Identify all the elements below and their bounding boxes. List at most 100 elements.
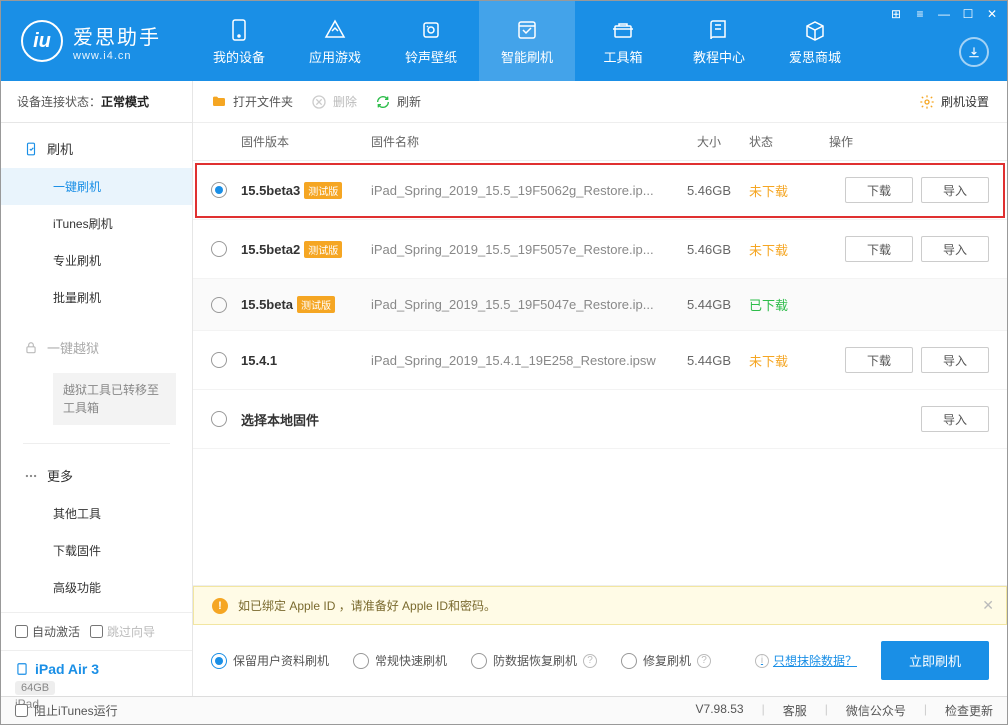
minimize-button[interactable]: — bbox=[935, 5, 953, 23]
sidebar-item[interactable]: iTunes刷机 bbox=[1, 205, 192, 242]
table-row[interactable]: 15.4.1 iPad_Spring_2019_15.4.1_19E258_Re… bbox=[193, 331, 1007, 390]
firmware-filename: iPad_Spring_2019_15.5_19F5047e_Restore.i… bbox=[371, 297, 669, 312]
download-button[interactable]: 下载 bbox=[845, 347, 913, 373]
flash-option[interactable]: 保留用户资料刷机 bbox=[211, 652, 329, 669]
delete-icon bbox=[311, 94, 327, 110]
app-url: www.i4.cn bbox=[73, 50, 161, 62]
nav-item-3[interactable]: 智能刷机 bbox=[479, 1, 575, 81]
nav-item-5[interactable]: 教程中心 bbox=[671, 1, 767, 81]
folder-icon bbox=[211, 94, 227, 110]
sidebar-item[interactable]: 其他工具 bbox=[1, 495, 192, 532]
refresh-icon bbox=[375, 94, 391, 110]
window-controls: ⊞ ≡ — ☐ ✕ bbox=[887, 5, 1001, 23]
refresh-button[interactable]: 刷新 bbox=[375, 93, 421, 110]
erase-data-link[interactable]: i只想抹除数据？ bbox=[755, 652, 857, 669]
flash-option[interactable]: 修复刷机? bbox=[621, 652, 711, 669]
help-icon[interactable]: ? bbox=[697, 654, 711, 668]
sidebar-section-jailbreak: 一键越狱 bbox=[1, 328, 192, 367]
firmware-status: 未下载 bbox=[749, 351, 829, 370]
firmware-size: 5.46GB bbox=[669, 183, 749, 198]
import-button[interactable]: 导入 bbox=[921, 177, 989, 203]
beta-tag: 测试版 bbox=[304, 241, 342, 258]
device-storage: 64GB bbox=[15, 681, 55, 695]
open-folder-button[interactable]: 打开文件夹 bbox=[211, 93, 293, 110]
lock-icon bbox=[23, 340, 39, 356]
support-link[interactable]: 客服 bbox=[783, 702, 807, 719]
import-button[interactable]: 导入 bbox=[921, 236, 989, 262]
option-radio[interactable] bbox=[621, 653, 637, 669]
close-notice-button[interactable]: ✕ bbox=[982, 597, 994, 614]
flash-settings-button[interactable]: 刷机设置 bbox=[919, 93, 989, 110]
row-radio[interactable] bbox=[211, 241, 227, 257]
wechat-link[interactable]: 微信公众号 bbox=[846, 702, 906, 719]
nav-item-6[interactable]: 爱思商城 bbox=[767, 1, 863, 81]
skip-guide-checkbox[interactable]: 跳过向导 bbox=[90, 623, 155, 640]
flash-option[interactable]: 防数据恢复刷机? bbox=[471, 652, 597, 669]
flash-now-button[interactable]: 立即刷机 bbox=[881, 641, 989, 680]
top-nav: 我的设备应用游戏铃声壁纸智能刷机工具箱教程中心爱思商城 bbox=[191, 1, 863, 81]
section-label: 一键越狱 bbox=[47, 338, 99, 357]
help-icon[interactable]: ? bbox=[583, 654, 597, 668]
flash-option[interactable]: 常规快速刷机 bbox=[353, 652, 447, 669]
appleid-notice: ! 如已绑定 Apple ID ，请准备好 Apple ID和密码。 ✕ bbox=[193, 586, 1007, 625]
option-radio[interactable] bbox=[353, 653, 369, 669]
logo-icon: iu bbox=[21, 20, 63, 62]
grid-icon[interactable]: ⊞ bbox=[887, 5, 905, 23]
import-button[interactable]: 导入 bbox=[921, 406, 989, 432]
auto-activate-checkbox[interactable]: 自动激活 bbox=[15, 623, 80, 640]
row-radio[interactable] bbox=[211, 352, 227, 368]
notice-text: 如已绑定 Apple ID ，请准备好 Apple ID和密码。 bbox=[238, 597, 496, 614]
firmware-version: 选择本地固件 bbox=[241, 413, 319, 428]
conn-value: 正常模式 bbox=[101, 95, 149, 109]
logo: iu 爱思助手 www.i4.cn bbox=[21, 20, 161, 62]
option-radio[interactable] bbox=[471, 653, 487, 669]
firmware-filename: iPad_Spring_2019_15.5_19F5062g_Restore.i… bbox=[371, 183, 669, 198]
th-size: 大小 bbox=[669, 133, 749, 150]
download-progress-icon[interactable] bbox=[959, 37, 989, 67]
nav-item-2[interactable]: 铃声壁纸 bbox=[383, 1, 479, 81]
nav-icon bbox=[610, 17, 636, 43]
more-icon bbox=[23, 468, 39, 484]
check-update-link[interactable]: 检查更新 bbox=[945, 702, 993, 719]
menu-icon[interactable]: ≡ bbox=[911, 5, 929, 23]
row-radio[interactable] bbox=[211, 411, 227, 427]
import-button[interactable]: 导入 bbox=[921, 347, 989, 373]
close-button[interactable]: ✕ bbox=[983, 5, 1001, 23]
firmware-list: 15.5beta3测试版 iPad_Spring_2019_15.5_19F50… bbox=[193, 161, 1007, 449]
sidebar-options: 自动激活 跳过向导 bbox=[1, 612, 192, 650]
firmware-size: 5.44GB bbox=[669, 353, 749, 368]
content-area: 打开文件夹 删除 刷新 刷机设置 固件版本 固件名称 大小 状态 操作 bbox=[193, 81, 1007, 696]
th-ops: 操作 bbox=[829, 133, 989, 150]
download-button[interactable]: 下载 bbox=[845, 236, 913, 262]
nav-item-0[interactable]: 我的设备 bbox=[191, 1, 287, 81]
nav-icon bbox=[418, 17, 444, 43]
maximize-button[interactable]: ☐ bbox=[959, 5, 977, 23]
sidebar-item[interactable]: 高级功能 bbox=[1, 569, 192, 606]
table-row[interactable]: 15.5beta3测试版 iPad_Spring_2019_15.5_19F50… bbox=[193, 161, 1007, 220]
flash-icon bbox=[23, 141, 39, 157]
row-radio[interactable] bbox=[211, 182, 227, 198]
sidebar-section-flash[interactable]: 刷机 bbox=[1, 129, 192, 168]
nav-item-4[interactable]: 工具箱 bbox=[575, 1, 671, 81]
jailbreak-moved-note: 越狱工具已转移至工具箱 bbox=[53, 373, 176, 425]
section-label: 刷机 bbox=[47, 139, 73, 158]
section-label: 更多 bbox=[47, 466, 73, 485]
download-button[interactable]: 下载 bbox=[845, 177, 913, 203]
sidebar-section-more[interactable]: 更多 bbox=[1, 456, 192, 495]
table-row[interactable]: 选择本地固件 导入 bbox=[193, 390, 1007, 449]
sidebar-item[interactable]: 一键刷机 bbox=[1, 168, 192, 205]
gear-icon bbox=[919, 94, 935, 110]
version-text: V7.98.53 bbox=[696, 702, 744, 719]
table-row[interactable]: 15.5beta2测试版 iPad_Spring_2019_15.5_19F50… bbox=[193, 220, 1007, 279]
row-radio[interactable] bbox=[211, 297, 227, 313]
bottom-panel: ! 如已绑定 Apple ID ，请准备好 Apple ID和密码。 ✕ 保留用… bbox=[193, 585, 1007, 696]
sidebar-item[interactable]: 专业刷机 bbox=[1, 242, 192, 279]
block-itunes-checkbox[interactable]: 阻止iTunes运行 bbox=[15, 702, 118, 719]
beta-tag: 测试版 bbox=[297, 296, 335, 313]
sidebar-item[interactable]: 下载固件 bbox=[1, 532, 192, 569]
option-radio[interactable] bbox=[211, 653, 227, 669]
table-row[interactable]: 15.5beta测试版 iPad_Spring_2019_15.5_19F504… bbox=[193, 279, 1007, 331]
nav-item-1[interactable]: 应用游戏 bbox=[287, 1, 383, 81]
th-version: 固件版本 bbox=[241, 133, 371, 150]
sidebar-item[interactable]: 批量刷机 bbox=[1, 279, 192, 316]
